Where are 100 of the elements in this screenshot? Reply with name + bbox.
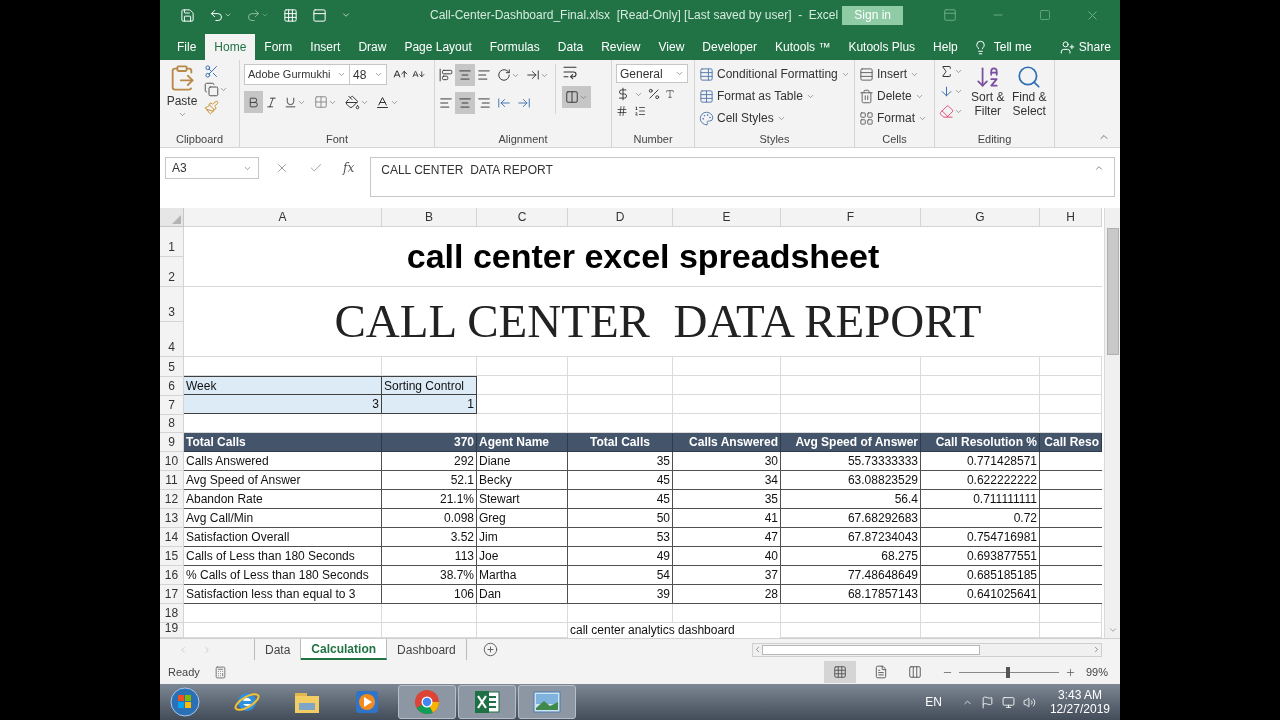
macro-icon[interactable] xyxy=(213,665,227,679)
row-header[interactable]: 19 xyxy=(160,623,184,638)
bottom-align-icon[interactable] xyxy=(477,68,491,82)
row-header[interactable]: 10 xyxy=(160,452,184,472)
fill-color-icon[interactable] xyxy=(345,94,360,110)
page-layout-icon[interactable] xyxy=(873,665,888,679)
font-name-field[interactable]: Adobe Gurmukhi xyxy=(244,64,350,85)
column-header[interactable]: D xyxy=(568,208,673,227)
ribbon-tab[interactable]: Home xyxy=(205,34,256,60)
row-header[interactable]: 13 xyxy=(160,509,184,529)
wrap-text-icon[interactable] xyxy=(562,64,578,80)
volume-icon[interactable] xyxy=(1022,695,1036,709)
row-header[interactable]: 16 xyxy=(160,566,184,586)
zoom-slider[interactable] xyxy=(958,666,1059,678)
sigma-icon[interactable] xyxy=(939,64,954,79)
scroll-thumb[interactable] xyxy=(1106,228,1119,355)
percent-icon[interactable] xyxy=(647,87,661,101)
column-header[interactable]: A xyxy=(184,208,382,227)
row-header[interactable]: 15 xyxy=(160,547,184,567)
column-header[interactable]: B xyxy=(382,208,477,227)
ribbon-tab[interactable]: Review xyxy=(592,34,650,60)
horizontal-scrollbar[interactable] xyxy=(752,642,1102,657)
column-header[interactable]: G xyxy=(921,208,1040,227)
paintbrush-icon[interactable] xyxy=(204,100,219,115)
zoom-level[interactable]: 99% xyxy=(1085,663,1108,681)
eraser-icon[interactable] xyxy=(939,104,954,119)
column-header[interactable]: H xyxy=(1040,208,1102,227)
scroll-thumb[interactable] xyxy=(762,644,980,655)
increase-indent-icon[interactable] xyxy=(517,96,531,110)
font-color-icon[interactable] xyxy=(375,94,390,110)
ribbon-tab[interactable]: Formulas xyxy=(480,34,549,60)
taskbar-button[interactable] xyxy=(518,685,576,719)
formula-field[interactable]: CALL CENTER DATA REPORT xyxy=(370,157,1115,197)
decrease-indent-icon[interactable] xyxy=(497,96,511,110)
insert-function-button[interactable]: fx xyxy=(343,159,355,177)
normal-view-button[interactable] xyxy=(823,661,856,683)
merge-button[interactable] xyxy=(562,86,591,108)
ribbon-tab[interactable]: Draw xyxy=(349,34,396,60)
row-header[interactable]: 12 xyxy=(160,490,184,510)
number-format-field[interactable]: General xyxy=(616,64,688,83)
row-header[interactable]: 17 xyxy=(160,585,184,605)
page-break-icon[interactable] xyxy=(907,665,922,679)
caret-icon[interactable] xyxy=(177,110,187,119)
row-header[interactable]: 11 xyxy=(160,471,184,491)
ribbon-tab[interactable]: Kutools ™ xyxy=(766,34,840,60)
ribbon-tab[interactable]: File xyxy=(168,34,206,60)
caret-icon[interactable] xyxy=(954,87,963,96)
ribbon-tab[interactable]: Insert xyxy=(301,34,350,60)
zoom-in-icon[interactable] xyxy=(1064,666,1076,678)
ribbon-tab[interactable]: Kutools Plus xyxy=(839,34,925,60)
ribbon-tab[interactable]: Developer xyxy=(693,34,766,60)
underline-icon[interactable] xyxy=(284,95,297,109)
align-left-icon[interactable] xyxy=(439,96,453,110)
styles-menu-button[interactable]: Format as Table xyxy=(699,86,850,106)
caret-icon[interactable] xyxy=(675,69,684,78)
styles-menu-button[interactable]: Cell Styles xyxy=(699,108,850,128)
cells-menu-button[interactable]: Delete xyxy=(859,86,927,106)
person-icon[interactable] xyxy=(1059,39,1075,55)
caret-icon[interactable] xyxy=(224,11,232,19)
caret-icon[interactable] xyxy=(374,70,383,79)
select-all-icon[interactable] xyxy=(172,214,181,224)
sort-filter-button[interactable]: Sort & Filter xyxy=(967,64,1009,118)
ribbon-tab[interactable]: Page Layout xyxy=(395,34,481,60)
caret-icon[interactable] xyxy=(261,11,269,19)
column-header[interactable]: C xyxy=(477,208,568,227)
sheet-tab[interactable]: Calculation xyxy=(301,639,388,660)
paste-button[interactable]: Paste xyxy=(164,64,200,119)
column-header[interactable]: F xyxy=(781,208,921,227)
cancel-icon[interactable] xyxy=(275,161,289,175)
align-right-icon[interactable] xyxy=(477,96,491,110)
ribbon-tab[interactable]: View xyxy=(649,34,694,60)
caret-icon[interactable] xyxy=(219,85,228,94)
row-header[interactable]: 5 xyxy=(160,356,184,377)
orientation-icon[interactable] xyxy=(497,68,511,82)
ribbon-tab[interactable]: Form xyxy=(255,34,302,60)
font-size-field[interactable]: 48 xyxy=(350,64,387,85)
caret-icon[interactable] xyxy=(954,107,963,116)
fill-icon[interactable] xyxy=(939,84,954,99)
copy-icon[interactable] xyxy=(204,82,219,97)
clock[interactable]: 3:43 AM 12/27/2019 xyxy=(1049,688,1110,716)
restore-icon[interactable] xyxy=(1039,9,1051,21)
cells-menu-button[interactable]: Insert xyxy=(859,64,927,84)
expand-icon[interactable] xyxy=(1094,163,1104,173)
window-icon[interactable] xyxy=(312,7,327,23)
customize-icon[interactable] xyxy=(341,10,351,20)
center-button[interactable] xyxy=(455,92,475,114)
language-indicator[interactable]: EN xyxy=(925,693,942,711)
top-align-icon[interactable] xyxy=(439,68,453,82)
caret-icon[interactable] xyxy=(954,67,963,76)
enter-icon[interactable] xyxy=(309,161,323,175)
ribbon-display-icon[interactable] xyxy=(943,8,957,22)
row-header[interactable]: 9 xyxy=(160,433,184,453)
scroll-down-icon[interactable] xyxy=(1107,625,1118,635)
share-button[interactable]: Share xyxy=(1059,34,1111,60)
ribbon-tab[interactable]: Help xyxy=(924,34,967,60)
borders-icon[interactable] xyxy=(314,95,328,109)
row-header[interactable]: 1 xyxy=(160,226,184,257)
undo-icon[interactable] xyxy=(209,7,224,23)
flag-icon[interactable] xyxy=(980,695,994,709)
text-direction-icon[interactable] xyxy=(526,68,540,82)
